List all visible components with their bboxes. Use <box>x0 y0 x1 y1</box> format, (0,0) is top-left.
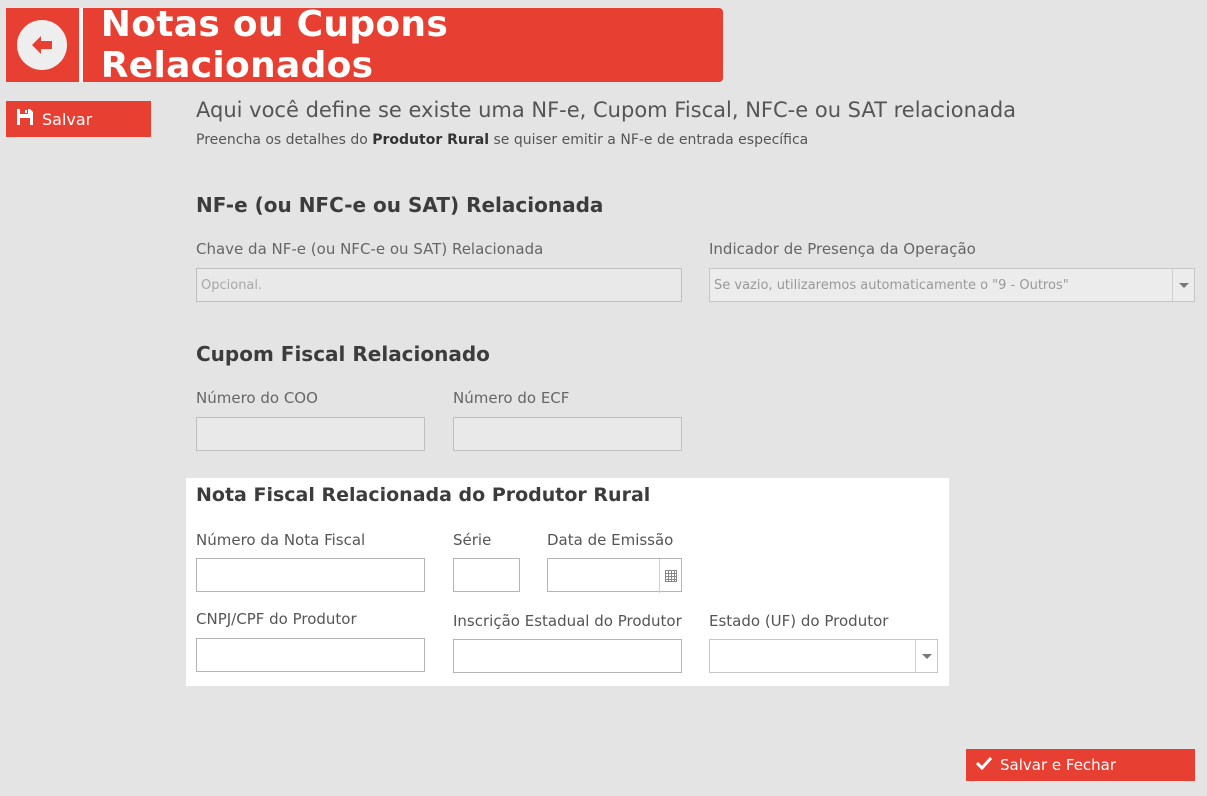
indicador-label: Indicador de Presença da Operação <box>709 240 976 258</box>
ecf-input[interactable] <box>453 417 682 451</box>
intro-sub-prefix: Preencha os detalhes do <box>196 132 373 148</box>
data-emissao-label: Data de Emissão <box>547 531 674 549</box>
floppy-disk-icon <box>16 108 34 130</box>
intro-sub-suffix: se quiser emitir a NF-e de entrada espec… <box>489 132 809 148</box>
save-and-close-button[interactable]: Salvar e Fechar <box>966 749 1195 781</box>
save-button-label: Salvar <box>42 109 93 129</box>
data-emissao-input[interactable] <box>547 558 682 593</box>
page-title: Notas ou Cupons Relacionados <box>100 4 449 86</box>
cupom-section-title: Cupom Fiscal Relacionado <box>196 342 490 366</box>
uf-label: Estado (UF) do Produtor <box>709 612 889 630</box>
rural-section-title: Nota Fiscal Relacionada do Produtor Rura… <box>196 484 651 506</box>
numero-nota-label: Número da Nota Fiscal <box>196 531 366 549</box>
chave-input[interactable] <box>196 268 682 302</box>
back-button[interactable] <box>6 8 83 82</box>
cnpj-label: CNPJ/CPF do Produtor <box>196 610 357 628</box>
indicador-select[interactable]: Se vazio, utilizaremos automaticamente o… <box>709 268 1195 302</box>
coo-input[interactable] <box>196 417 425 451</box>
coo-label: Número do COO <box>196 389 318 407</box>
intro-subtitle: Preencha os detalhes do Produtor Rural s… <box>196 132 808 148</box>
intro-title: Aqui você define se existe uma NF-e, Cup… <box>196 98 1017 122</box>
chevron-down-icon <box>915 640 937 672</box>
numero-nota-input[interactable] <box>196 558 425 592</box>
check-icon <box>975 756 993 774</box>
rural-producer-panel: Nota Fiscal Relacionada do Produtor Rura… <box>186 478 949 686</box>
page-header: Notas ou Cupons Relacionados <box>6 4 723 86</box>
serie-label: Série <box>453 531 492 549</box>
serie-input[interactable] <box>453 558 520 592</box>
indicador-selected-value: Se vazio, utilizaremos automaticamente o… <box>714 277 1069 293</box>
save-button[interactable]: Salvar <box>6 101 151 137</box>
chevron-down-icon <box>1172 269 1194 301</box>
ecf-label: Número do ECF <box>453 389 570 407</box>
nfe-section-title: NF-e (ou NFC-e ou SAT) Relacionada <box>196 193 604 217</box>
cnpj-input[interactable] <box>196 638 425 672</box>
intro-sub-bold: Produtor Rural <box>372 132 490 148</box>
uf-select[interactable] <box>709 639 938 673</box>
chave-label: Chave da NF-e (ou NFC-e ou SAT) Relacion… <box>196 240 544 258</box>
calendar-icon[interactable] <box>659 559 681 593</box>
ie-label: Inscrição Estadual do Produtor <box>453 612 682 630</box>
back-arrow-icon <box>17 20 68 70</box>
save-and-close-label: Salvar e Fechar <box>1000 756 1117 774</box>
ie-input[interactable] <box>453 639 682 673</box>
